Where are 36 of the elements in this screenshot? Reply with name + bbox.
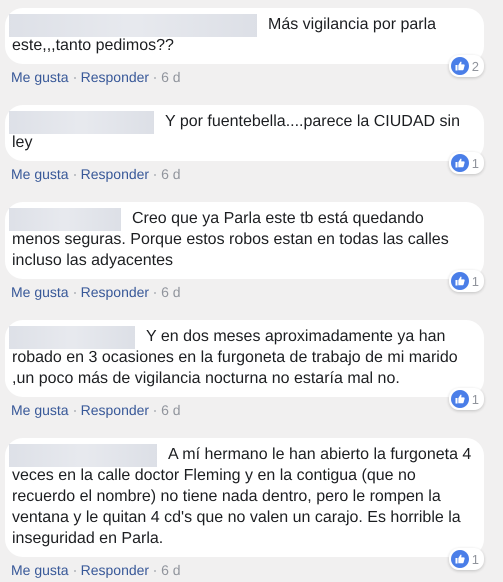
reaction-number: 1 (472, 274, 479, 288)
reaction-number: 1 (472, 392, 479, 406)
reaction-number: 1 (472, 552, 479, 566)
comment-time: 6 d (161, 69, 181, 86)
like-icon (450, 272, 469, 290)
separator-dot (154, 570, 156, 572)
separator-dot (154, 76, 156, 78)
like-icon (450, 57, 469, 75)
separator-dot (154, 174, 156, 176)
separator-dot (74, 174, 76, 176)
comment-action-link[interactable]: Me gusta (11, 166, 69, 183)
comment-action-link[interactable]: Me gusta (11, 284, 69, 301)
comment-action-link[interactable]: Responder (80, 69, 150, 86)
comment-action-link[interactable]: Me gusta (11, 562, 69, 579)
comment-time: 6 d (161, 166, 181, 183)
comment-time: 6 d (161, 284, 181, 301)
comment-action-link[interactable]: Me gusta (11, 69, 69, 86)
comment-action-link[interactable]: Responder (80, 402, 150, 419)
separator-dot (74, 76, 76, 78)
comment-time: 6 d (161, 562, 181, 579)
like-icon (450, 550, 469, 568)
like-icon (450, 154, 469, 172)
reaction-number: 2 (472, 58, 479, 74)
separator-dot (154, 410, 156, 412)
separator-dot (154, 292, 156, 294)
like-icon (450, 390, 469, 408)
comment-action-link[interactable]: Responder (80, 284, 150, 301)
comment-text: A mí hermano le han abierto la furgoneta 4 veces en la calle doctor Fleming y en la contigua (que no recuerdo el nombre) no tiene nada dentro, pero le rompen la ventana y le quitan 4 cd's que no valen un carajo. Es horrible la inseguridad en Parla. (9, 444, 474, 549)
comment-action-link[interactable]: Me gusta (11, 402, 69, 419)
comment-time: 6 d (161, 402, 181, 419)
separator-dot (74, 292, 76, 294)
comment-action-link[interactable]: Responder (80, 166, 150, 183)
separator-dot (74, 570, 76, 572)
reaction-number: 1 (472, 156, 479, 170)
comment-action-link[interactable]: Responder (80, 562, 150, 579)
separator-dot (74, 410, 76, 412)
